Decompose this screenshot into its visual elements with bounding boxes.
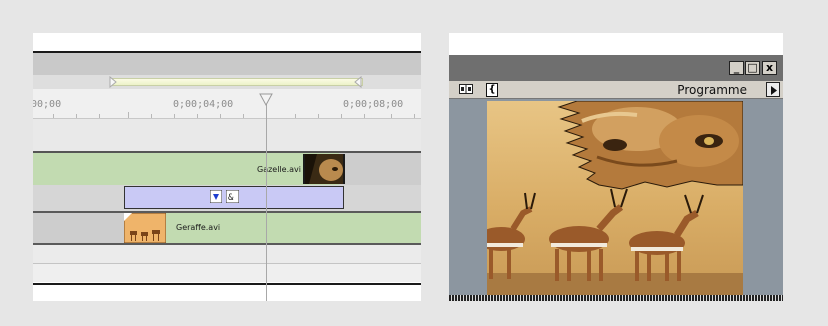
timecode-label: 0;00;08;00 — [343, 99, 404, 110]
ruler-tick — [53, 114, 54, 118]
geraffe-clip[interactable]: Geraffe.avi — [124, 213, 421, 243]
minimize-button[interactable]: _ — [729, 61, 744, 75]
clip-edge — [343, 154, 345, 184]
transition-arrow-icon[interactable] — [210, 190, 222, 203]
audio-track-area — [33, 264, 421, 282]
ruler-tick — [295, 114, 296, 118]
monitor-panel: _ □ x { Programme — [449, 33, 783, 301]
video-frame-image — [487, 101, 743, 295]
work-area-range[interactable] — [111, 78, 363, 86]
ruler-tick — [318, 114, 319, 118]
work-area-start-handle[interactable] — [109, 76, 117, 88]
geraffe-thumbnail — [124, 213, 166, 243]
gazelle-clip-label: Gazelle.avi — [257, 165, 301, 174]
gazelle-clip[interactable]: Gazelle.avi — [33, 153, 339, 185]
ruler-tick — [414, 114, 415, 118]
ruler-tick — [174, 114, 175, 118]
monitor-scrub-strip[interactable] — [449, 295, 783, 301]
ruler-tick — [243, 114, 244, 118]
timeline-toolbar — [33, 53, 421, 75]
timeline-bottom-border — [33, 283, 421, 285]
playhead-line — [266, 95, 267, 301]
timecode-bracket-button[interactable]: { — [486, 83, 498, 97]
dual-view-icon[interactable] — [459, 84, 473, 94]
maximize-button[interactable]: □ — [745, 61, 760, 75]
empty-track-area — [33, 119, 421, 151]
close-button[interactable]: x — [762, 61, 777, 75]
transition-settings-icon[interactable]: & — [226, 190, 239, 203]
ruler-tick — [391, 114, 392, 118]
geraffe-clip-label: Geraffe.avi — [176, 223, 221, 232]
ruler-tick — [99, 114, 100, 118]
timeline-panel: 00;00 0;00;04;00 0;00;08;00 Gazelle.avi … — [33, 33, 421, 301]
ruler-tick — [151, 114, 152, 118]
ruler-tick — [341, 114, 342, 118]
ruler-tick — [76, 114, 77, 118]
work-area-end-handle[interactable] — [354, 76, 362, 88]
svg-text:&: & — [228, 193, 234, 203]
playhead-handle-icon[interactable] — [259, 93, 273, 107]
ruler-tick — [128, 112, 129, 118]
monitor-menu-arrow-icon[interactable] — [766, 82, 780, 97]
time-ruler[interactable]: 00;00 0;00;04;00 0;00;08;00 — [33, 89, 421, 119]
timecode-label: 00;00 — [33, 99, 62, 110]
ruler-tick — [364, 114, 365, 118]
monitor-title: Programme — [677, 83, 747, 97]
audio-track-area — [33, 245, 421, 263]
timecode-label: 0;00;04;00 — [173, 99, 234, 110]
gazelle-thumbnail — [305, 154, 343, 184]
program-video-frame — [487, 101, 743, 295]
ruler-tick — [220, 114, 221, 118]
ruler-tick — [197, 114, 198, 118]
